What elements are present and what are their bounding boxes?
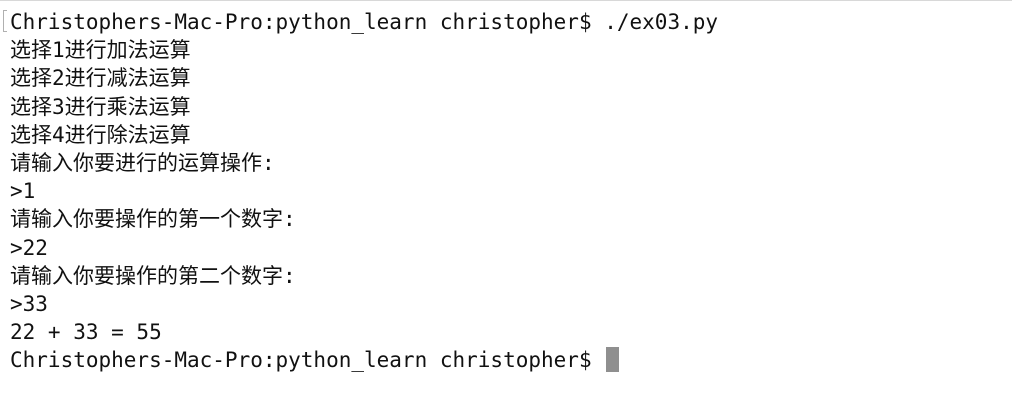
output-line: 请输入你要操作的第一个数字: bbox=[10, 207, 296, 232]
result-line: 22 + 33 = 55 bbox=[10, 320, 162, 345]
shell-prompt: Christophers-Mac-Pro:python_learn christ… bbox=[10, 348, 605, 373]
output-line: 选择3进行乘法运算 bbox=[10, 94, 191, 119]
terminal-window[interactable]: Christophers-Mac-Pro:python_learn christ… bbox=[0, 0, 1012, 406]
input-echo-line: >33 bbox=[10, 291, 48, 316]
output-line: 请输入你要操作的第二个数字: bbox=[10, 263, 296, 288]
input-echo-line: >1 bbox=[10, 179, 36, 204]
output-line: 选择1进行加法运算 bbox=[10, 38, 191, 63]
prompt-line[interactable]: Christophers-Mac-Pro:python_learn christ… bbox=[10, 346, 718, 374]
output-line: 选择4进行除法运算 bbox=[10, 122, 191, 147]
output-line: 请输入你要进行的运算操作: bbox=[10, 150, 275, 175]
text-cursor bbox=[606, 347, 620, 373]
input-echo-line: >22 bbox=[10, 235, 48, 260]
output-line: 选择2进行减法运算 bbox=[10, 66, 191, 91]
command-line: Christophers-Mac-Pro:python_learn christ… bbox=[10, 10, 719, 34]
terminal-output: Christophers-Mac-Pro:python_learn christ… bbox=[10, 8, 718, 374]
scroll-mark-bracket bbox=[3, 10, 7, 32]
